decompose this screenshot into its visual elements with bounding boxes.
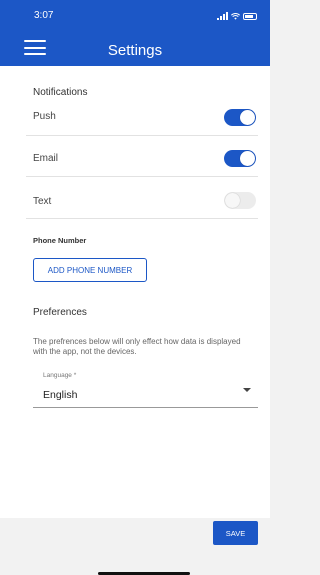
toggle-knob <box>240 110 255 125</box>
text-label: Text <box>33 196 52 207</box>
status-icons <box>217 10 257 22</box>
page-title: Settings <box>107 42 163 59</box>
divider <box>26 218 258 219</box>
language-select[interactable]: Language * English <box>33 370 258 408</box>
settings-content: Notifications Push Email Text Phone Numb… <box>0 66 270 518</box>
toggle-knob <box>240 151 255 166</box>
notifications-section-title: Notifications <box>33 87 88 98</box>
save-button[interactable]: SAVE <box>213 521 258 545</box>
toggle-knob <box>225 193 240 208</box>
status-time: 3:07 <box>34 10 54 21</box>
language-label: Language * <box>43 372 77 379</box>
dropdown-arrow-icon <box>243 388 251 392</box>
footer-bar: SAVE <box>0 518 270 575</box>
wifi-icon <box>231 12 240 20</box>
email-toggle[interactable] <box>224 150 256 167</box>
push-label: Push <box>33 111 56 122</box>
settings-screen: 3:07 Settings Notifications Push Email T… <box>0 0 270 575</box>
email-label: Email <box>33 153 59 164</box>
app-header: 3:07 Settings <box>0 0 270 66</box>
divider <box>26 176 258 177</box>
divider <box>26 135 258 136</box>
preferences-section-title: Preferences <box>33 307 87 318</box>
language-value: English <box>43 389 78 401</box>
push-toggle[interactable] <box>224 109 256 126</box>
battery-icon <box>243 12 257 20</box>
signal-icon <box>217 12 228 20</box>
add-phone-number-button[interactable]: ADD PHONE NUMBER <box>33 258 147 282</box>
phone-number-label: Phone Number <box>33 236 87 245</box>
preferences-description: The prefrences below will only effect ho… <box>33 337 241 356</box>
text-toggle[interactable] <box>224 192 256 209</box>
